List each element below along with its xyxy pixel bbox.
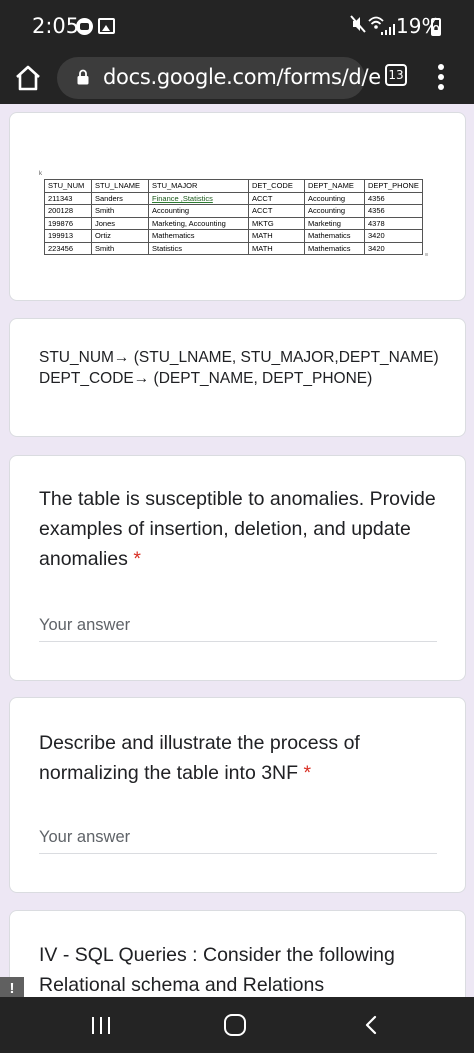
table-cell: Finance ,Statistics xyxy=(148,191,249,205)
table-header-row: STU_NUM STU_LNAME STU_MAJOR DET_CODE DEP… xyxy=(44,179,423,193)
table-cell: MATH xyxy=(248,241,305,255)
recents-icon[interactable] xyxy=(92,1017,112,1034)
table-cell: 200128 xyxy=(44,204,92,218)
table-header: STU_LNAME xyxy=(91,179,149,193)
table-cell: Jones xyxy=(91,216,149,230)
table-cell: Ortiz xyxy=(91,229,149,243)
menu-icon[interactable] xyxy=(436,64,446,90)
answer-underline xyxy=(39,853,437,854)
signal-icon xyxy=(381,24,395,35)
address-bar[interactable]: docs.google.com/forms/d/e xyxy=(57,57,381,99)
question-card: The table is susceptible to anomalies. P… xyxy=(9,455,466,681)
table-cell: Accounting xyxy=(304,191,365,205)
messenger-icon xyxy=(76,18,93,35)
status-time: 2:05 xyxy=(32,14,80,38)
table-cell: Marketing, Accounting xyxy=(148,216,249,230)
answer-input[interactable]: Your answer xyxy=(39,616,130,635)
question-text: Describe and illustrate the process of n… xyxy=(39,732,360,784)
table-header: DEPT_NAME xyxy=(304,179,365,193)
table-cell: 3420 xyxy=(364,241,423,255)
dependency-line: DEPT_CODE→ (DEPT_NAME, DEPT_PHONE) xyxy=(39,370,373,387)
url-text: docs.google.com/forms/d/e xyxy=(103,65,381,89)
table-cell: Accounting xyxy=(148,204,249,218)
question-text: The table is susceptible to anomalies. P… xyxy=(39,488,436,570)
table-cell: Sanders xyxy=(91,191,149,205)
table-cell: ACCT xyxy=(248,204,305,218)
table-cell: 223456 xyxy=(44,241,92,255)
answer-input[interactable]: Your answer xyxy=(39,828,130,847)
table-cell: 4378 xyxy=(364,216,423,230)
table-header: DEPT_PHONE xyxy=(364,179,423,193)
table-row: 223456 Smith Statistics MATH Mathematics… xyxy=(44,241,423,255)
dependency-line: STU_NUM→ (STU_LNAME, STU_MAJOR,DEPT_NAME… xyxy=(39,349,439,366)
system-nav-bar xyxy=(0,997,474,1053)
table-cell: Smith xyxy=(91,241,149,255)
tabs-button[interactable]: 13 xyxy=(385,64,407,86)
table-cell: 199913 xyxy=(44,229,92,243)
back-icon[interactable] xyxy=(362,1015,382,1035)
table-cell: 3420 xyxy=(364,229,423,243)
table-cell: 4356 xyxy=(364,204,423,218)
table-cell: Mathematics xyxy=(304,229,365,243)
table-cell: Statistics xyxy=(148,241,249,255)
table-header: STU_MAJOR xyxy=(148,179,249,193)
table-cell: Marketing xyxy=(304,216,365,230)
table-corner-mark: k xyxy=(39,171,42,177)
table-cell: Mathematics xyxy=(148,229,249,243)
table-cell: Accounting xyxy=(304,204,365,218)
table-row: 211343 Sanders Finance ,Statistics ACCT … xyxy=(44,191,423,205)
home-nav-icon[interactable] xyxy=(224,1014,246,1036)
table-cell: Mathematics xyxy=(304,241,365,255)
mute-icon xyxy=(350,15,366,33)
table-cell: MKTG xyxy=(248,216,305,230)
student-relation-table: STU_NUM STU_LNAME STU_MAJOR DET_CODE DEP… xyxy=(44,179,423,255)
table-cell: 199876 xyxy=(44,216,92,230)
dependencies-card: STU_NUM→ (STU_LNAME, STU_MAJOR,DEPT_NAME… xyxy=(9,318,466,437)
question-title: The table is susceptible to anomalies. P… xyxy=(39,484,449,574)
status-bar: 2:05 19% xyxy=(0,0,474,52)
table-row: 199876 Jones Marketing, Accounting MKTG … xyxy=(44,216,423,230)
table-resize-dot xyxy=(425,253,428,256)
table-row: 199913 Ortiz Mathematics MATH Mathematic… xyxy=(44,229,423,243)
home-icon[interactable] xyxy=(10,60,46,96)
table-header: DET_CODE xyxy=(248,179,305,193)
table-cell: Smith xyxy=(91,204,149,218)
table-cell: 4356 xyxy=(364,191,423,205)
table-image-card: k STU_NUM STU_LNAME STU_MAJOR DET_CODE D… xyxy=(9,112,466,301)
battery-icon xyxy=(431,18,441,36)
browser-toolbar: docs.google.com/forms/d/e 13 xyxy=(0,52,474,104)
lock-icon xyxy=(77,69,89,85)
question-card: Describe and illustrate the process of n… xyxy=(9,697,466,893)
table-row: 200128 Smith Accounting ACCT Accounting … xyxy=(44,204,423,218)
table-header: STU_NUM xyxy=(44,179,92,193)
section-title: IV - SQL Queries : Consider the followin… xyxy=(39,944,395,996)
table-cell: 211343 xyxy=(44,191,92,205)
answer-underline xyxy=(39,641,437,642)
table-cell: MATH xyxy=(248,229,305,243)
question-title: Describe and illustrate the process of n… xyxy=(39,728,449,788)
required-mark: * xyxy=(133,548,141,570)
required-mark: * xyxy=(303,762,312,784)
gallery-icon xyxy=(98,18,115,34)
table-cell: ACCT xyxy=(248,191,305,205)
